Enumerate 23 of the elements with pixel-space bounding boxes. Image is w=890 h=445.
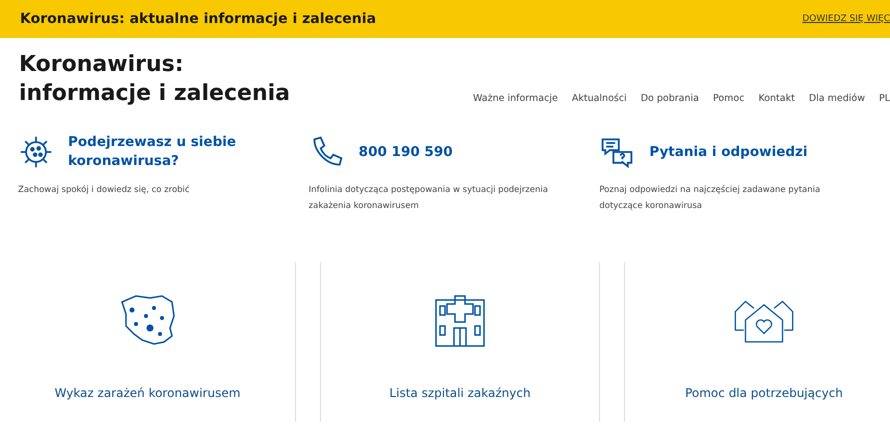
language-selector[interactable]: PL — [878, 93, 890, 104]
tile-label: Lista szpitali zakaźnych — [389, 386, 531, 400]
nav-link[interactable]: Aktualności — [572, 93, 627, 104]
nav-link[interactable]: Do pobrania — [640, 93, 699, 104]
info-description: Poznaj odpowiedzi na najczęściej zadawane pytania dotyczące koronawirusa — [599, 184, 822, 213]
tile-card[interactable]: Lista szpitali zakaźnych — [320, 262, 600, 422]
info-title[interactable]: Podejrzewasz u siebie koronawirusa? — [68, 133, 238, 171]
virus-icon — [18, 134, 54, 170]
nav-link[interactable]: Pomoc — [712, 93, 744, 104]
nav-link[interactable]: Dla mediów — [808, 93, 865, 104]
site-title: Koronawirus: informacje i zalecenia — [19, 51, 290, 108]
info-description: Zachowaj spokój i dowiedz się, co zrobić — [18, 184, 191, 197]
tile-card[interactable]: Pomoc dla potrzebujących — [624, 262, 890, 422]
learn-more-link[interactable]: DOWIEDZ SIĘ WIĘC — [802, 14, 890, 24]
info-description: Infolinia dotycząca postępowania w sytuacji podejrzenia zakażenia koronawirusem — [308, 184, 549, 213]
tile-label: Pomoc dla potrzebujących — [685, 386, 843, 400]
nav-link[interactable]: Kontakt — [758, 93, 795, 104]
info-title[interactable]: Pytania i odpowiedzi — [649, 142, 820, 162]
tile-card[interactable]: Wykaz zarażeń koronawirusem — [0, 262, 296, 422]
tile-label: Wykaz zarażeń koronawirusem — [54, 386, 240, 400]
banner-text: Koronawirus: aktualne informacje i zalecenia — [20, 11, 376, 27]
info-title[interactable]: 800 190 590 — [358, 142, 529, 162]
nav-link[interactable]: Ważne informacje — [473, 93, 558, 104]
